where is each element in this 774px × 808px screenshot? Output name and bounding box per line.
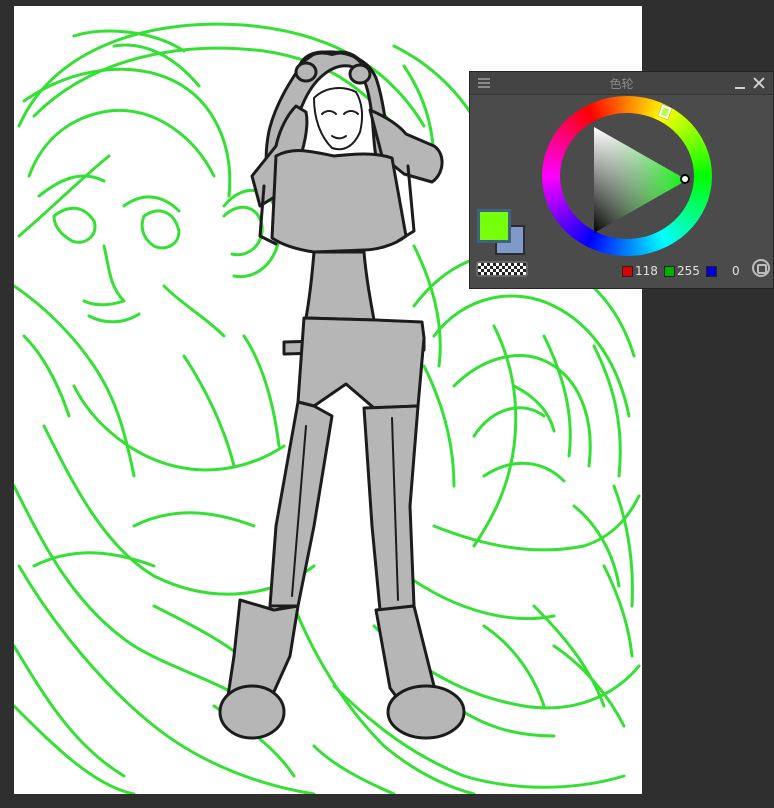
minimize-icon[interactable]: [733, 77, 747, 91]
transparent-color-swatch[interactable]: [476, 261, 528, 277]
panel-settings-icon[interactable]: [752, 259, 770, 277]
green-value[interactable]: 255: [677, 264, 700, 278]
panel-titlebar[interactable]: 色轮: [470, 72, 773, 95]
foreground-color-swatch[interactable]: [477, 209, 511, 243]
panel-title: 色轮: [609, 77, 634, 91]
red-value[interactable]: 118: [635, 264, 658, 278]
red-channel-icon: [622, 266, 633, 277]
blue-value[interactable]: 0: [732, 264, 740, 278]
close-icon[interactable]: [751, 75, 767, 91]
green-channel-icon: [664, 266, 675, 277]
saturation-value-marker[interactable]: [680, 174, 690, 184]
blue-channel-icon: [706, 266, 717, 277]
color-wheel-panel: 色轮 118 255 0: [469, 71, 774, 289]
character-figure: [218, 50, 466, 740]
